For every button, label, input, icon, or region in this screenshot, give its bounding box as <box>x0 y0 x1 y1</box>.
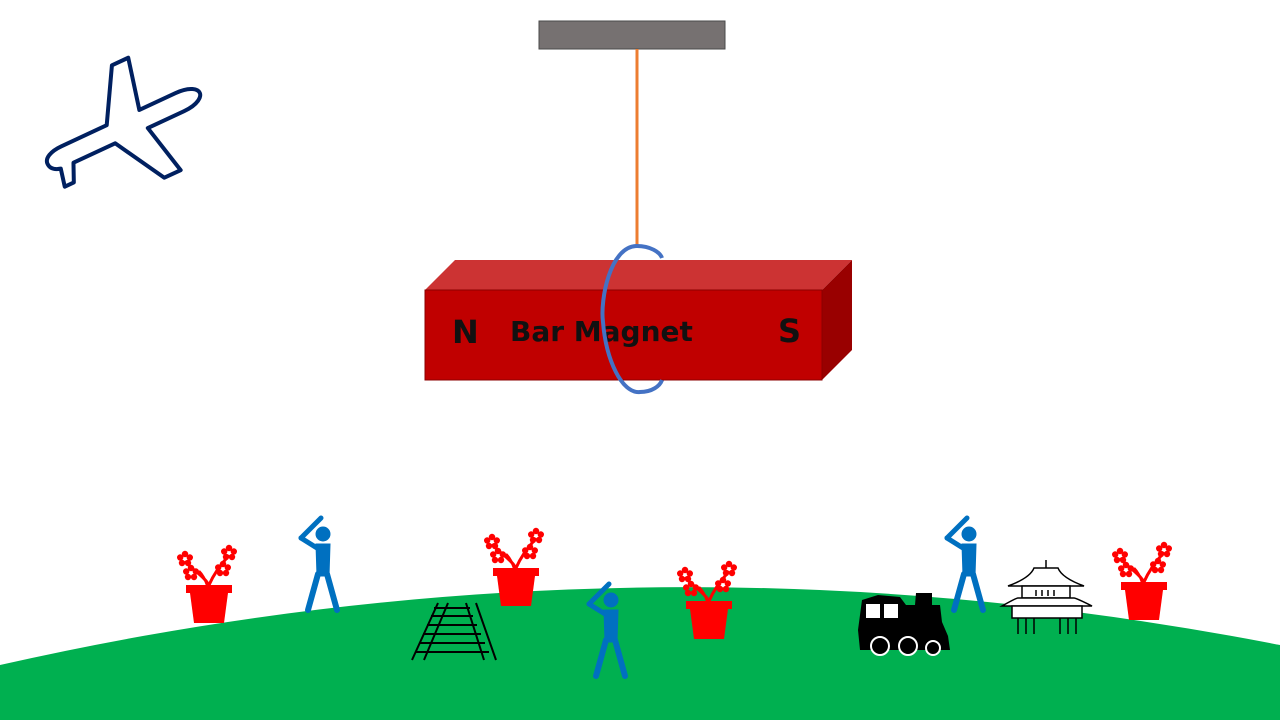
baseball-player-icon <box>947 518 983 610</box>
flower-pot-icon <box>177 545 237 623</box>
airplane-icon <box>44 55 203 189</box>
south-pole-label: S <box>778 312 801 350</box>
magnet-top-face <box>425 260 852 290</box>
north-pole-label: N <box>452 313 479 351</box>
bar-magnet: N Bar Magnet S <box>424 260 852 381</box>
support-bar <box>538 20 726 50</box>
baseball-player-icon <box>301 518 337 610</box>
flower-pot-icon <box>1112 542 1172 620</box>
magnet-scene: N Bar Magnet S <box>0 20 1280 720</box>
string-loop-back <box>636 244 664 259</box>
